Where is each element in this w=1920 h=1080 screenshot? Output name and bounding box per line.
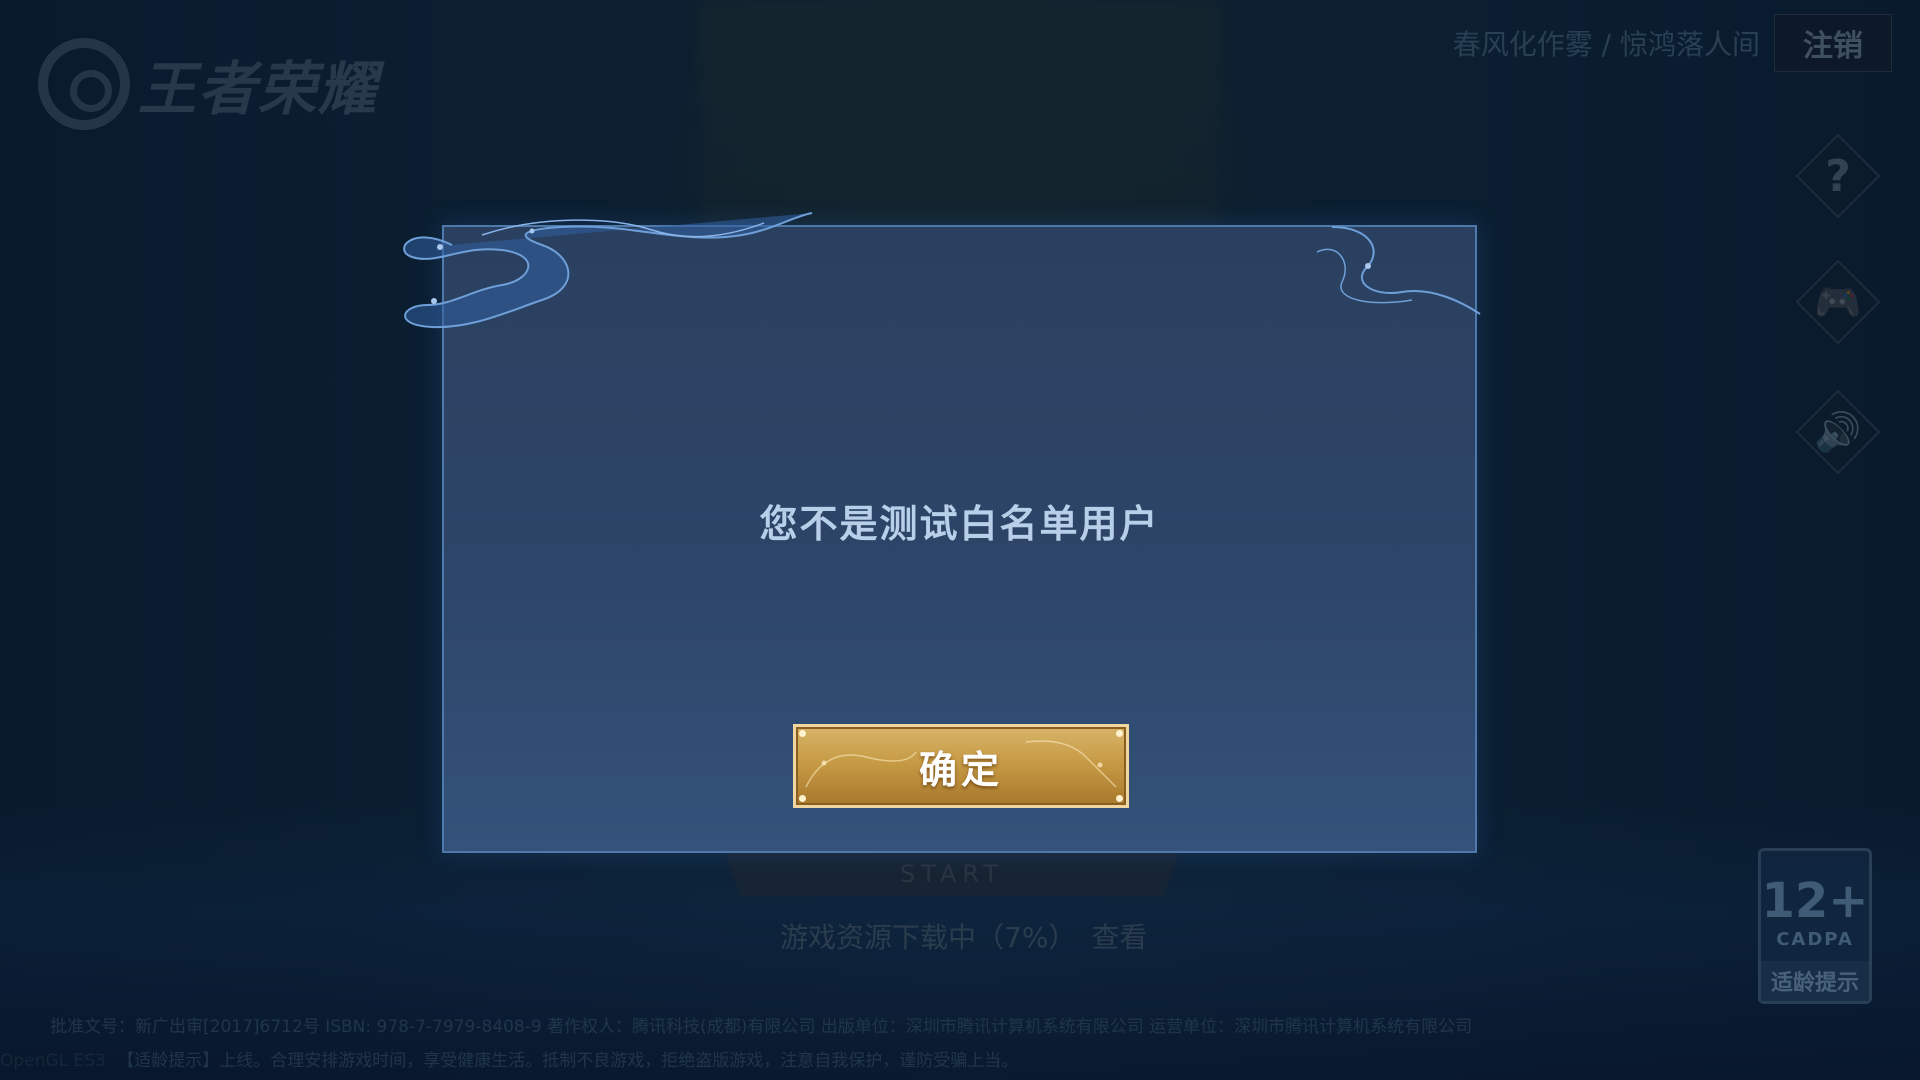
- dialog-cloud-ornament-left: [403, 212, 813, 329]
- confirm-label: 确定: [918, 747, 1003, 792]
- confirm-button[interactable]: 确定: [793, 724, 1129, 808]
- dialog-message: 您不是测试白名单用户: [759, 502, 1160, 546]
- dialog-cloud-ornament-right: [1316, 226, 1481, 315]
